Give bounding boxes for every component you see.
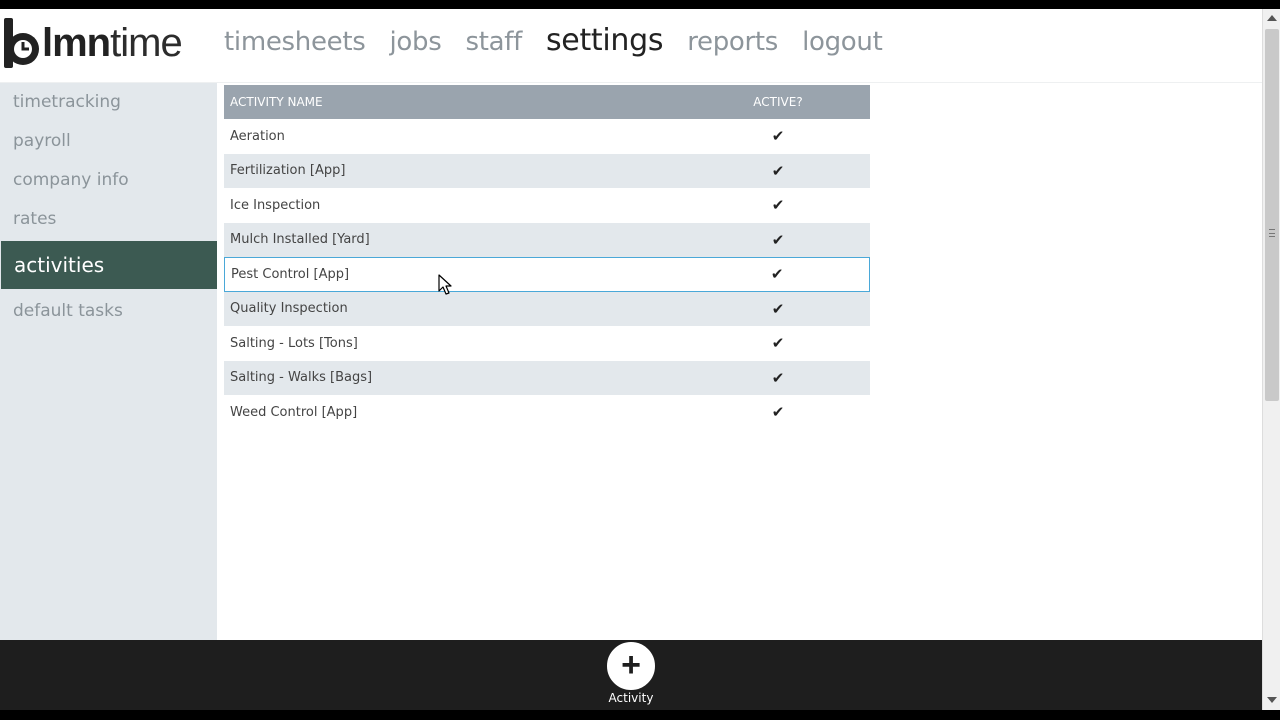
checkmark-icon: ✔ [771,403,785,422]
grip-icon [1269,229,1275,237]
table-header: ACTIVITY NAME ACTIVE? [224,85,870,119]
checkmark-icon: ✔ [770,265,784,284]
checkmark-icon: ✔ [771,196,785,215]
scroll-down-arrow-icon[interactable] [1267,697,1277,703]
table-row-hovered[interactable]: Pest Control [App] ✔ [224,257,870,292]
logo-text: lmntime [42,21,183,65]
sidebar-item-activities[interactable]: activities [1,241,217,289]
plus-circle-icon: + [621,645,641,684]
activity-name: Salting - Walks [Bags] [230,370,373,386]
nav-timesheets[interactable]: timesheets [224,27,366,57]
nav-settings[interactable]: settings [546,23,664,58]
table-row[interactable]: Fertilization [App] ✔ [224,153,870,188]
nav-logout[interactable]: logout [802,27,883,57]
activity-name: Aeration [230,128,285,144]
sidebar-item-timetracking[interactable]: timetracking [0,83,217,122]
sidebar-item-rates[interactable]: rates [0,200,217,239]
sidebar-item-company-info[interactable]: company info [0,161,217,200]
nav-jobs[interactable]: jobs [390,27,442,57]
lmntime-logo[interactable]: lmntime [4,15,183,71]
checkmark-icon: ✔ [771,299,785,318]
activity-name: Mulch Installed [Yard] [230,232,370,248]
table-row[interactable]: Weed Control [App] ✔ [224,395,870,430]
checkmark-icon: ✔ [771,368,785,387]
table-row[interactable]: Salting - Walks [Bags] ✔ [224,360,870,395]
nav-staff[interactable]: staff [465,27,522,57]
nav-reports[interactable]: reports [687,27,778,57]
header: lmntime timesheets jobs staff settings r… [0,9,1262,83]
vertical-scrollbar[interactable] [1262,9,1280,710]
sidebar-item-default-tasks[interactable]: default tasks [0,292,217,331]
settings-sidebar: timetracking payroll company info rates … [0,83,217,640]
window-bottom-edge [0,710,1280,720]
scroll-up-arrow-icon[interactable] [1267,15,1277,21]
logo-icon [4,18,39,68]
checkmark-icon: ✔ [771,127,785,146]
activity-name: Pest Control [App] [231,266,350,282]
bottom-action-bar: + Activity [0,640,1262,710]
add-activity-button[interactable]: + [607,642,655,690]
activity-name: Quality Inspection [230,301,348,317]
activities-table: ACTIVITY NAME ACTIVE? Aeration ✔ Fertili… [224,85,870,430]
table-row[interactable]: Aeration ✔ [224,119,870,154]
main-nav: timesheets jobs staff settings reports l… [224,23,906,58]
checkmark-icon: ✔ [771,230,785,249]
activity-name: Salting - Lots [Tons] [230,335,358,351]
window-top-edge [0,0,1280,9]
column-header-activity-name[interactable]: ACTIVITY NAME [224,95,738,109]
activity-name: Fertilization [App] [230,163,346,179]
add-activity-label[interactable]: Activity [581,691,681,705]
scrollbar-thumb[interactable] [1265,29,1279,401]
activity-name: Weed Control [App] [230,404,358,420]
table-row[interactable]: Ice Inspection ✔ [224,188,870,223]
table-row[interactable]: Mulch Installed [Yard] ✔ [224,222,870,257]
checkmark-icon: ✔ [771,161,785,180]
column-header-active[interactable]: ACTIVE? [738,95,870,109]
mouse-pointer-icon [438,274,452,295]
activity-name: Ice Inspection [230,197,321,213]
checkmark-icon: ✔ [771,334,785,353]
table-row[interactable]: Quality Inspection ✔ [224,291,870,326]
table-row[interactable]: Salting - Lots [Tons] ✔ [224,326,870,361]
sidebar-item-payroll[interactable]: payroll [0,122,217,161]
app-window: lmntime timesheets jobs staff settings r… [0,9,1262,640]
